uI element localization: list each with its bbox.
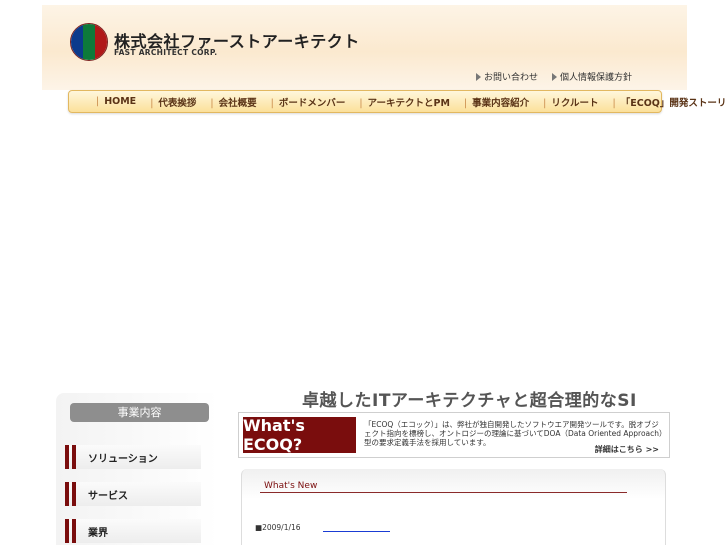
sidebar-title: 事業内容 (70, 403, 209, 422)
contact-link[interactable]: お問い合わせ (475, 70, 538, 83)
nav-board-members[interactable]: ボードメンバー (264, 95, 353, 109)
news-panel: What's New ■2009/1/16 (241, 469, 666, 545)
privacy-policy-link[interactable]: 個人情報保護方針 (551, 70, 632, 83)
bar-marker-icon (65, 519, 79, 543)
news-date: ■2009/1/16 (255, 523, 301, 532)
page-tagline: 卓越したITアーキテクチャと超合理的なSI (302, 391, 637, 411)
nav-architect-pm[interactable]: アーキテクトとPM (352, 95, 457, 109)
ecoq-banner: What's ECOQ? 「ECOQ（エコック）」は、弊社が独自開発したソフトウ… (238, 412, 670, 458)
news-link[interactable] (322, 523, 390, 532)
triangle-icon (475, 72, 481, 81)
company-logo-icon[interactable] (70, 23, 108, 61)
nav-company-profile[interactable]: 会社概要 (203, 95, 263, 109)
sidebar-item-service[interactable]: サービス (65, 482, 201, 506)
sidebar-item-industry[interactable]: 業界 (65, 519, 201, 543)
triangle-icon (551, 72, 557, 81)
ecoq-description: 「ECOQ（エコック）」は、弊社が独自開発したソフトウエア開発ツールです。脱オブ… (364, 420, 663, 447)
nav-recruit[interactable]: リクルート (536, 95, 605, 109)
nav-business[interactable]: 事業内容紹介 (457, 95, 536, 109)
nav-ecoq-story[interactable]: 「ECOQ」開発ストーリー (606, 95, 727, 109)
global-nav: HOME 代表挨拶 会社概要 ボードメンバー アーキテクトとPM 事業内容紹介 … (68, 90, 727, 113)
ecoq-details-link[interactable]: 詳細はこちら >> (595, 444, 659, 455)
bar-marker-icon (65, 482, 79, 506)
news-item: ■2009/1/16 (255, 523, 390, 532)
ecoq-badge[interactable]: What's ECOQ? (243, 416, 356, 454)
bar-marker-icon (65, 445, 79, 469)
utility-links: お問い合わせ 個人情報保護方針 (475, 70, 632, 83)
sidebar-item-solution[interactable]: ソリューション (65, 445, 201, 469)
nav-greeting[interactable]: 代表挨拶 (143, 95, 203, 109)
news-divider (260, 492, 627, 493)
nav-home[interactable]: HOME (89, 96, 143, 107)
news-title: What's New (264, 481, 318, 491)
company-name-en: FAST ARCHITECT CORP. (114, 48, 218, 57)
